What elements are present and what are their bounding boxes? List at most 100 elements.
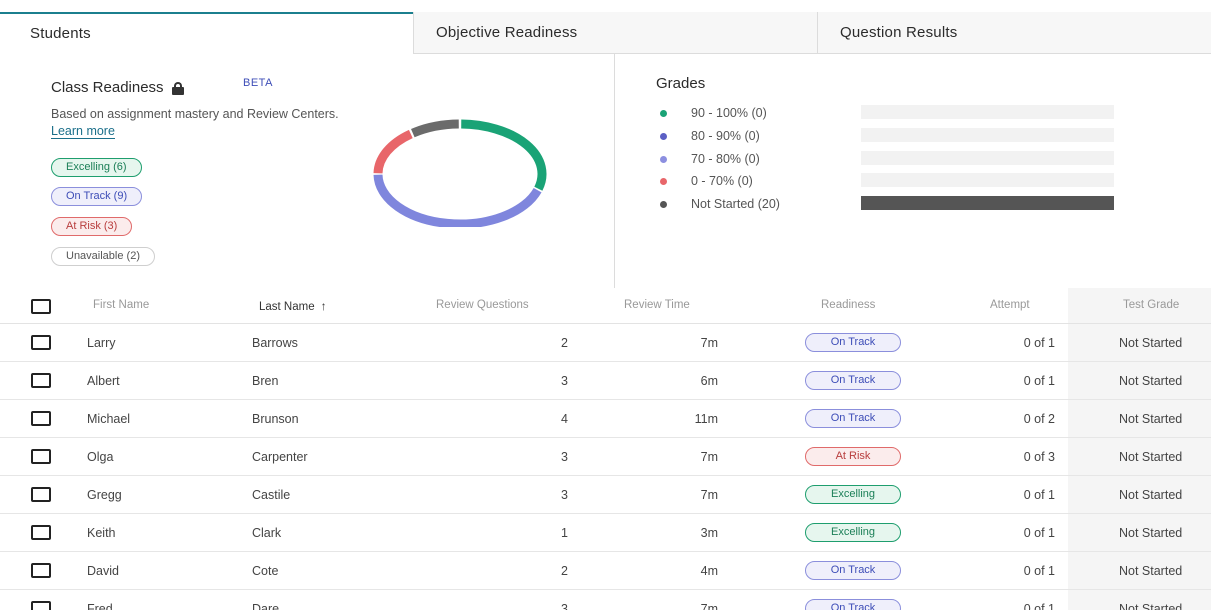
review-questions-cell: 2	[561, 564, 568, 578]
attempt-cell: 0 of 2	[1023, 412, 1055, 426]
excelling-pill[interactable]: Excelling (6)	[51, 158, 142, 177]
last-name-cell: Dare	[252, 602, 280, 610]
review-questions-cell: 2	[561, 336, 568, 350]
arrow-up-icon: ↑	[320, 299, 327, 313]
grade-bar-track	[861, 173, 1114, 187]
row-checkbox[interactable]	[31, 449, 51, 464]
table-row[interactable]: Olga Carpenter 3 7m At Risk 0 of 3 Not Started	[0, 438, 1211, 476]
readiness-badge[interactable]: Excelling	[805, 523, 901, 542]
review-time-cell: 3m	[700, 526, 718, 540]
header-attempt[interactable]: Attempt	[990, 299, 1030, 311]
row-checkbox[interactable]	[31, 335, 51, 350]
grade-legend-dot	[660, 133, 667, 140]
tab-objective-readiness[interactable]: Objective Readiness	[413, 12, 817, 54]
table-row[interactable]: Keith Clark 1 3m Excelling 0 of 1 Not Started	[0, 514, 1211, 552]
row-checkbox[interactable]	[31, 373, 51, 388]
review-questions-cell: 3	[561, 374, 568, 388]
grade-legend-dot	[660, 110, 667, 117]
grade-bar-fill	[861, 196, 1114, 210]
last-name-cell: Clark	[252, 526, 282, 540]
readiness-badge[interactable]: At Risk	[805, 447, 901, 466]
grade-bar-track	[861, 128, 1114, 142]
donut-segment-on-track	[373, 174, 542, 227]
row-checkbox[interactable]	[31, 563, 51, 578]
tab-question-results[interactable]: Question Results	[817, 12, 1211, 54]
test-grade-cell: Not Started	[1119, 336, 1183, 350]
last-name-cell: Barrows	[252, 336, 298, 350]
review-time-cell: 6m	[700, 374, 718, 388]
table-row[interactable]: Gregg Castile 3 7m Excelling 0 of 1 Not Starte…	[0, 476, 1211, 514]
table-row[interactable]: Fred Dare 3 7m On Track 0 of 1 Not Started	[0, 590, 1211, 610]
last-name-cell: Brunson	[252, 412, 299, 426]
grade-legend-dot	[660, 156, 667, 163]
readiness-badge[interactable]: On Track	[805, 599, 901, 610]
header-last-name[interactable]: Last Name ↑	[259, 299, 327, 313]
test-grade-cell: Not Started	[1119, 564, 1183, 578]
attempt-cell: 0 of 1	[1023, 564, 1055, 578]
tab-bar: Students Objective Readiness Question Re…	[0, 12, 1211, 54]
table-row[interactable]: Larry Barrows 2 7m On Track 0 of 1 Not Started	[0, 324, 1211, 362]
grade-row: 80 - 90% (0)	[660, 128, 1211, 145]
grade-label: 90 - 100% (0)	[691, 106, 767, 120]
test-grade-cell: Not Started	[1119, 526, 1183, 540]
grade-label: 70 - 80% (0)	[691, 152, 760, 166]
attempt-cell: 0 of 1	[1023, 336, 1055, 350]
grade-row: Not Started (20)	[660, 196, 1211, 213]
header-readiness[interactable]: Readiness	[821, 299, 875, 311]
attempt-cell: 0 of 3	[1023, 450, 1055, 464]
first-name-cell: Albert	[87, 374, 120, 388]
review-time-cell: 7m	[700, 336, 718, 350]
readiness-badge[interactable]: On Track	[805, 561, 901, 580]
grade-legend-dot	[660, 201, 667, 208]
readiness-description: Based on assignment mastery and Review C…	[51, 106, 351, 140]
table-row[interactable]: Albert Bren 3 6m On Track 0 of 1 Not Started	[0, 362, 1211, 400]
grade-label: 0 - 70% (0)	[691, 174, 753, 188]
readiness-badge[interactable]: On Track	[805, 409, 901, 428]
donut-segment-unavailable	[411, 119, 459, 138]
class-readiness-title-text: Class Readiness	[51, 79, 164, 96]
table-header: First Name Last Name ↑ Review Questions R…	[0, 288, 1211, 324]
first-name-cell: Gregg	[87, 488, 122, 502]
tab-students[interactable]: Students	[0, 12, 413, 54]
learn-more-link[interactable]: Learn more	[51, 124, 115, 139]
grade-label: 80 - 90% (0)	[691, 129, 760, 143]
row-checkbox[interactable]	[31, 525, 51, 540]
last-name-cell: Castile	[252, 488, 291, 502]
review-time-cell: 7m	[700, 602, 718, 610]
review-time-cell: 4m	[700, 564, 718, 578]
select-all-checkbox[interactable]	[31, 299, 51, 314]
class-readiness-panel: Class Readiness BETA Based on assignment…	[0, 54, 615, 288]
last-name-cell: Carpenter	[252, 450, 308, 464]
unavailable-pill[interactable]: Unavailable (2)	[51, 247, 155, 266]
header-review-questions[interactable]: Review Questions	[436, 299, 529, 311]
test-grade-cell: Not Started	[1119, 488, 1183, 502]
first-name-cell: David	[87, 564, 119, 578]
last-name-cell: Bren	[252, 374, 279, 388]
test-grade-cell: Not Started	[1119, 450, 1183, 464]
header-test-grade[interactable]: Test Grade	[1123, 299, 1179, 311]
row-checkbox[interactable]	[31, 601, 51, 610]
attempt-cell: 0 of 1	[1023, 374, 1055, 388]
row-checkbox[interactable]	[31, 411, 51, 426]
review-questions-cell: 1	[561, 526, 568, 540]
readiness-badge[interactable]: On Track	[805, 371, 901, 390]
on-track-pill[interactable]: On Track (9)	[51, 187, 143, 206]
row-checkbox[interactable]	[31, 487, 51, 502]
review-time-cell: 7m	[700, 488, 718, 502]
header-first-name[interactable]: First Name	[93, 299, 149, 311]
review-time-cell: 7m	[700, 450, 718, 464]
table-row[interactable]: David Cote 2 4m On Track 0 of 1 Not Started	[0, 552, 1211, 590]
grade-legend-dot	[660, 178, 667, 185]
first-name-cell: Keith	[87, 526, 116, 540]
header-last-name-label: Last Name	[259, 301, 315, 313]
grade-row: 0 - 70% (0)	[660, 173, 1211, 190]
table-row[interactable]: Michael Brunson 4 11m On Track 0 of 2 Not Star…	[0, 400, 1211, 438]
review-questions-cell: 4	[561, 412, 568, 426]
readiness-badge[interactable]: Excelling	[805, 485, 901, 504]
readiness-badge[interactable]: On Track	[805, 333, 901, 352]
at-risk-pill[interactable]: At Risk (3)	[51, 217, 133, 236]
attempt-cell: 0 of 1	[1023, 602, 1055, 610]
first-name-cell: Fred	[87, 602, 113, 610]
header-review-time[interactable]: Review Time	[624, 299, 690, 311]
grade-bar-track	[861, 151, 1114, 165]
